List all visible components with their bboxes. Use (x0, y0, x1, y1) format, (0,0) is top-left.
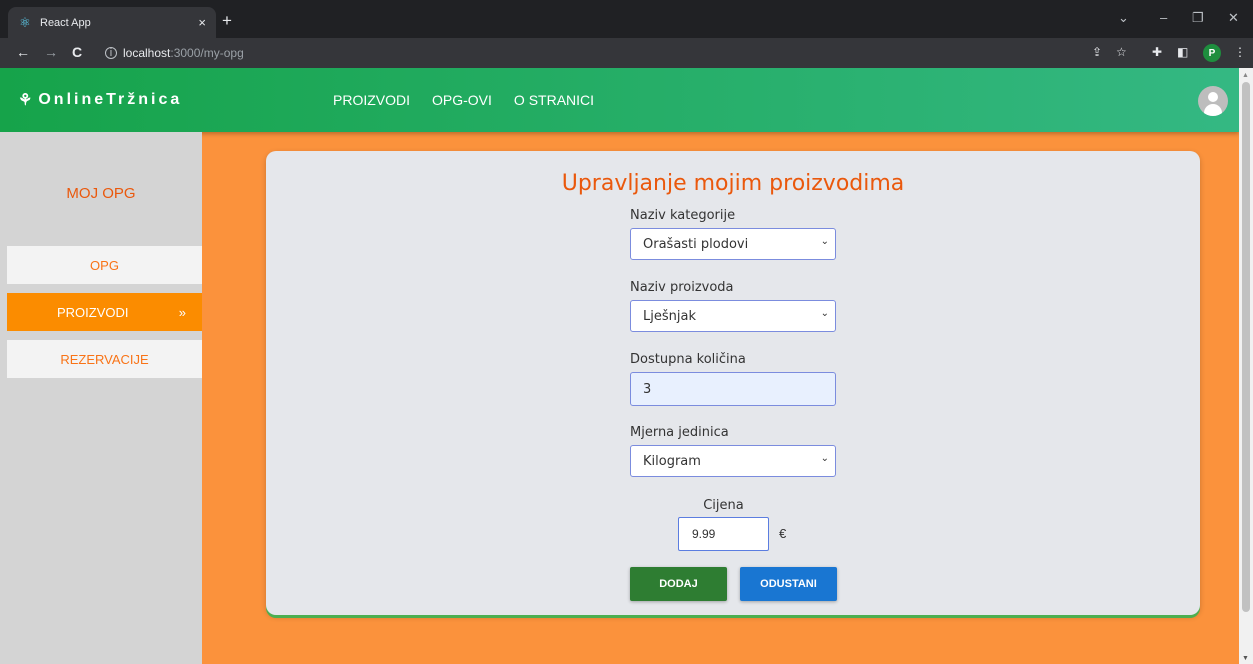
nav-link-opg-ovi[interactable]: OPG-OVI (432, 92, 492, 108)
quantity-label: Dostupna količina (630, 352, 746, 367)
browser-profile-avatar[interactable]: P (1203, 44, 1221, 62)
unit-value: Kilogram (643, 453, 701, 469)
quantity-input[interactable]: 3 (630, 372, 836, 406)
url-host: localhost (123, 46, 171, 60)
sidebar-item-proizvodi[interactable]: PROIZVODI » (7, 293, 202, 331)
site-info-icon[interactable]: i (105, 47, 117, 59)
sidebar-title: MOJ OPG (66, 185, 136, 202)
back-button[interactable]: ← (16, 44, 30, 60)
reload-button[interactable]: C (72, 44, 82, 60)
cancel-button[interactable]: ODUSTANI (740, 567, 837, 601)
quantity-value: 3 (643, 381, 652, 397)
sidebar-item-rezervacije[interactable]: REZERVACIJE (7, 340, 202, 378)
unit-select[interactable]: Kilogram ⌄ (630, 445, 836, 477)
new-tab-button[interactable]: + (222, 12, 232, 29)
app-header: ⚘ OnlineTržnica PROIZVODI OPG-OVI O STRA… (0, 68, 1239, 132)
browser-tab[interactable]: ⚛ React App × (8, 7, 216, 38)
price-input[interactable]: 9.99 (678, 517, 769, 551)
tab-title: React App (40, 16, 91, 29)
browser-tabstrip: ⚛ React App × + ⌄ – ❐ ✕ (0, 0, 1253, 38)
forward-button[interactable]: → (44, 44, 58, 60)
address-bar[interactable]: i localhost :3000/my-opg (97, 42, 1207, 64)
chevron-down-icon: ⌄ (820, 236, 829, 247)
tab-search-icon[interactable]: ⌄ (1118, 10, 1129, 26)
sidebar: MOJ OPG OPG PROIZVODI » REZERVACIJE (0, 132, 202, 664)
sidebar-item-label: PROIZVODI (57, 304, 129, 320)
currency-symbol: € (779, 526, 787, 541)
unit-label: Mjerna jedinica (630, 425, 729, 440)
category-label: Naziv kategorije (630, 208, 736, 223)
share-icon[interactable]: ⇪ (1092, 45, 1102, 59)
double-chevron-right-icon: » (178, 304, 186, 320)
category-value: Orašasti plodovi (643, 236, 749, 252)
product-value: Lješnjak (643, 308, 696, 324)
main-nav: PROIZVODI OPG-OVI O STRANICI (333, 92, 594, 108)
tab-close-icon[interactable]: × (198, 15, 206, 30)
chevron-down-icon: ⌄ (820, 308, 829, 319)
close-window-icon[interactable]: ✕ (1228, 10, 1239, 26)
scroll-thumb[interactable] (1242, 82, 1250, 612)
page-scrollbar[interactable]: ▲ ▼ (1239, 68, 1253, 664)
chevron-down-icon: ⌄ (820, 453, 829, 464)
leaf-logo-icon: ⚘ (18, 92, 33, 109)
page-viewport: ⚘ OnlineTržnica PROIZVODI OPG-OVI O STRA… (0, 68, 1239, 664)
sidebar-item-label: REZERVACIJE (60, 351, 149, 367)
nav-link-proizvodi[interactable]: PROIZVODI (333, 92, 410, 108)
restore-icon[interactable]: ❐ (1192, 10, 1204, 26)
category-select[interactable]: Orašasti plodovi ⌄ (630, 228, 836, 260)
browser-toolbar: ← → C i localhost :3000/my-opg ⇪ ☆ ✚ ◧ ⋮ (0, 38, 1253, 68)
app-logo[interactable]: ⚘ OnlineTržnica (18, 90, 182, 110)
add-button[interactable]: DODAJ (630, 567, 727, 601)
minimize-icon[interactable]: – (1160, 10, 1167, 25)
bookmark-star-icon[interactable]: ☆ (1116, 45, 1127, 59)
sidebar-item-opg[interactable]: OPG (7, 246, 202, 284)
sidebar-item-label: OPG (90, 257, 119, 273)
scroll-up-icon[interactable]: ▲ (1242, 72, 1249, 79)
price-label: Cijena (703, 498, 744, 513)
user-avatar-icon[interactable] (1198, 86, 1228, 116)
extensions-icon[interactable]: ✚ (1152, 45, 1162, 59)
product-select[interactable]: Lješnjak ⌄ (630, 300, 836, 332)
nav-link-o-stranici[interactable]: O STRANICI (514, 92, 594, 108)
react-favicon-icon: ⚛ (19, 14, 31, 30)
logo-text: OnlineTržnica (38, 91, 183, 108)
product-label: Naziv proizvoda (630, 280, 734, 295)
page-title: Upravljanje mojim proizvodima (561, 171, 905, 196)
browser-menu-icon[interactable]: ⋮ (1234, 45, 1246, 59)
scroll-down-icon[interactable]: ▼ (1242, 655, 1249, 662)
product-form-card: Upravljanje mojim proizvodima Naziv kate… (266, 151, 1200, 615)
url-path: :3000/my-opg (170, 46, 244, 60)
price-value: 9.99 (692, 527, 716, 541)
side-panel-icon[interactable]: ◧ (1177, 45, 1188, 59)
